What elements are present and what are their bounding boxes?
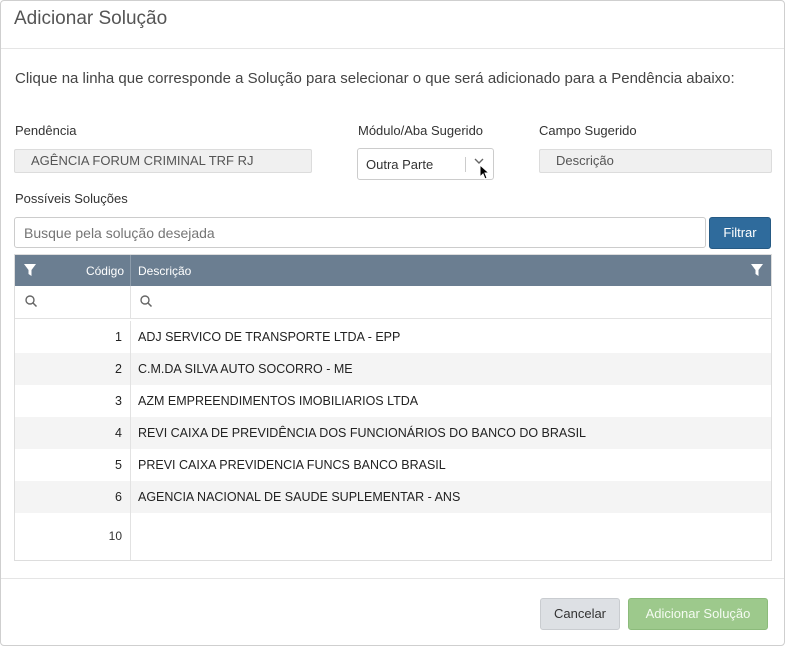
- column-header-code[interactable]: Código: [15, 255, 131, 286]
- modulo-selected-value: Outra Parte: [366, 157, 434, 172]
- table-row[interactable]: 5 PREVI CAIXA PREVIDENCIA FUNCS BANCO BR…: [15, 449, 771, 481]
- row-code: 2: [15, 353, 131, 385]
- row-description: AGENCIA NACIONAL DE SAUDE SUPLEMENTAR - …: [138, 490, 461, 504]
- cancel-button[interactable]: Cancelar: [540, 598, 620, 630]
- row-description: AZM EMPREENDIMENTOS IMOBILIARIOS LTDA: [138, 394, 419, 408]
- table-row[interactable]: 2 C.M.DA SILVA AUTO SOCORRO - ME: [15, 353, 771, 385]
- instructions-text: Clique na linha que corresponde a Soluçã…: [15, 70, 735, 87]
- campo-label: Campo Sugerido: [539, 123, 637, 138]
- possible-solutions-label: Possíveis Soluções: [15, 191, 128, 206]
- add-solution-dialog: Adicionar Solução Clique na linha que co…: [0, 0, 785, 646]
- dialog-footer-divider: [1, 578, 784, 579]
- column-description-label[interactable]: Descrição: [138, 264, 191, 278]
- row-description: REVI CAIXA DE PREVIDÊNCIA DOS FUNCIONÁRI…: [138, 426, 587, 440]
- code-filter-cell[interactable]: [15, 286, 131, 319]
- dialog-title: Adicionar Solução: [14, 8, 168, 29]
- add-solution-button[interactable]: Adicionar Solução: [628, 598, 768, 630]
- dialog-header: Adicionar Solução: [1, 1, 784, 49]
- table-row[interactable]: 4 REVI CAIXA DE PREVIDÊNCIA DOS FUNCIONÁ…: [15, 417, 771, 449]
- row-code: 5: [15, 449, 131, 481]
- grid-header: Código Descrição: [15, 255, 771, 286]
- grid-filter-row: [15, 286, 771, 319]
- filter-button[interactable]: Filtrar: [709, 217, 771, 249]
- pendencia-field: AGÊNCIA FORUM CRIMINAL TRF RJ: [14, 149, 312, 173]
- mouse-cursor-icon: [479, 164, 491, 180]
- filter-icon[interactable]: [23, 263, 37, 277]
- modulo-select[interactable]: Outra Parte: [357, 148, 494, 180]
- table-row[interactable]: 6 AGENCIA NACIONAL DE SAUDE SUPLEMENTAR …: [15, 481, 771, 513]
- search-icon: [24, 294, 38, 308]
- row-code: 3: [15, 385, 131, 417]
- description-filter-cell[interactable]: [132, 286, 771, 319]
- row-code: 4: [15, 417, 131, 449]
- filter-icon[interactable]: [750, 263, 764, 277]
- table-row[interactable]: 3 AZM EMPREENDIMENTOS IMOBILIARIOS LTDA: [15, 385, 771, 417]
- row-description: ADJ SERVICO DE TRANSPORTE LTDA - EPP: [138, 330, 401, 344]
- search-icon: [139, 294, 153, 308]
- grid-footer: 10: [15, 512, 771, 560]
- row-code: 1: [15, 321, 131, 353]
- row-description: PREVI CAIXA PREVIDENCIA FUNCS BANCO BRAS…: [138, 458, 446, 472]
- campo-field: Descrição: [539, 149, 772, 173]
- solutions-grid: Código Descrição 1 ADJ SERVICO DE TRANSP…: [14, 254, 772, 561]
- select-separator: [465, 157, 466, 172]
- solution-search-input[interactable]: [14, 217, 706, 248]
- row-description: C.M.DA SILVA AUTO SOCORRO - ME: [138, 362, 353, 376]
- modulo-label: Módulo/Aba Sugerido: [358, 123, 484, 138]
- row-code: 6: [15, 481, 131, 513]
- pendencia-label: Pendência: [15, 123, 77, 138]
- table-row[interactable]: 1 ADJ SERVICO DE TRANSPORTE LTDA - EPP: [15, 321, 771, 353]
- column-code-label: Código: [85, 264, 124, 278]
- grid-footer-count: 10: [15, 512, 131, 560]
